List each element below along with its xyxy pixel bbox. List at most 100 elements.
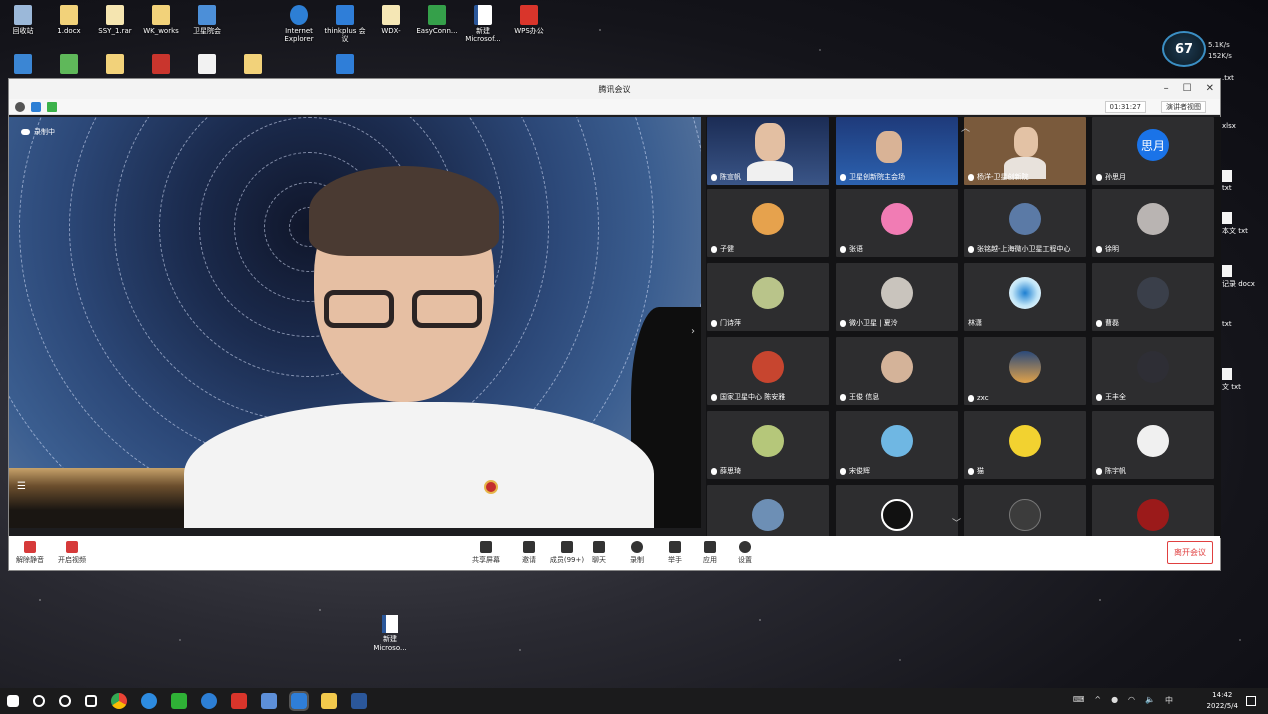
cortana-icon[interactable] [59,695,71,707]
side-file-6[interactable]: txt [1222,320,1232,328]
window-title: 腾讯会议 [598,84,631,94]
desktop-icon-row2-6[interactable] [230,54,276,76]
ie-icon[interactable] [201,693,217,709]
windows-start-icon[interactable] [7,695,19,707]
settings-button[interactable]: 设置 [728,541,762,565]
video-button[interactable]: 开启视频 [55,541,89,565]
side-file-2[interactable]: xlsx [1222,122,1236,130]
view-mode-button[interactable]: 演讲者视图 [1161,101,1206,113]
side-file-5[interactable]: 记录 docx [1222,265,1255,289]
participant-tile[interactable]: 子健 [707,189,829,257]
participant-tile[interactable]: 王丰全 [1092,337,1214,405]
invite-button[interactable]: 邀请 [512,541,546,565]
participant-tile[interactable]: 微小卫星 | 夏泠 [836,263,958,331]
desktop-icon-wdx[interactable]: WDX- [368,5,414,35]
participant-tile[interactable]: 陈宇帆 [1092,411,1214,479]
chevron-up-icon[interactable]: ︿ [961,121,970,134]
mute-button[interactable]: 解除静音 [13,541,47,565]
desktop-icon-recycle[interactable]: 回收站 [0,5,46,35]
close-icon[interactable]: ✕ [1206,83,1214,94]
participant-tile[interactable]: 猫 [964,411,1086,479]
desktop-icon-ssy[interactable]: SSY_1.rar [92,5,138,35]
leave-meeting-button[interactable]: 离开会议 [1167,541,1213,564]
meeting-window: 腾讯会议 – ☐ ✕ 01:31:27 演讲者视图 录制中 ☰ › 陈宣帆 卫星… [8,78,1221,571]
desktop-icon-office[interactable]: WPS办公 [506,5,552,35]
ime-indicator[interactable]: 中 [1165,695,1173,706]
notification-icon[interactable] [1246,696,1256,706]
record-button[interactable]: 录制 [620,541,654,565]
edge-icon[interactable] [141,693,157,709]
keyboard-icon[interactable]: ⌨ [1073,695,1085,706]
participant-tile[interactable]: 宋俊辉 [836,411,958,479]
desktop-icon-ie[interactable]: Internet Explorer [276,5,322,43]
chevron-right-icon[interactable]: › [691,326,695,337]
side-file-4[interactable]: 本文 txt [1222,212,1248,236]
participant-tile[interactable]: 思月 孙思月 [1092,117,1214,185]
participant-tile[interactable]: 门诗萍 [707,263,829,331]
side-file-7[interactable]: 文 txt [1222,368,1241,392]
side-file-1[interactable]: .txt [1222,74,1234,82]
network-monitor-widget[interactable]: 67 [1162,31,1206,67]
participant-tile[interactable]: 林潇 [964,263,1086,331]
avatar [752,499,784,531]
participant-tile[interactable]: 张语 [836,189,958,257]
chat-button[interactable]: 聊天 [582,541,616,565]
members-button[interactable]: 成员(99+) [547,541,587,565]
minimize-icon[interactable]: – [1164,83,1169,94]
mic-icon [840,319,846,327]
apps-button[interactable]: 应用 [693,541,727,565]
desktop-icon-app[interactable]: 卫星院会 [184,5,230,35]
shield-icon[interactable] [31,101,41,112]
chrome-icon[interactable] [111,693,127,709]
system-clock[interactable]: 14:42 2022/5/4 [1207,690,1238,712]
wifi-icon[interactable]: ◠ [1128,695,1135,706]
participant-tile[interactable]: 杨洋-卫星创新院 [964,117,1086,185]
participant-tile[interactable]: 国家卫星中心 陈安雅 [707,337,829,405]
raise-hand-button[interactable]: 举手 [658,541,692,565]
maximize-icon[interactable]: ☐ [1183,83,1192,94]
list-icon[interactable]: ☰ [17,481,26,492]
participant-tile[interactable]: 徐明 [1092,189,1214,257]
desktop-icon-word[interactable]: 新建 Microsof... [460,5,506,43]
file-explorer-icon[interactable] [321,693,337,709]
desktop-icon-row2-5[interactable] [184,54,230,76]
desktop-icon-wk[interactable]: WK_works [138,5,184,35]
participant-tile[interactable]: 王俊 信息 [836,337,958,405]
task-view-icon[interactable] [85,695,97,707]
desktop-icon-row2-2[interactable] [46,54,92,76]
desktop-icon-thinkplus[interactable]: thinkplus 会议 [322,5,368,43]
wechat-icon[interactable] [171,693,187,709]
desktop-icon-row2-7[interactable] [322,54,368,76]
participant-tile[interactable] [1092,485,1214,538]
participant-tile[interactable]: 曹磊 [1092,263,1214,331]
desktop-icon-easyconn[interactable]: EasyConn... [414,5,460,35]
volume-icon[interactable]: 🔈 [1145,695,1155,706]
tencent-meeting-icon[interactable] [289,691,309,711]
participant-tile[interactable]: 薛思琦 [707,411,829,479]
participant-tile[interactable] [964,485,1086,538]
word-taskbar-icon[interactable] [351,693,367,709]
participant-tile[interactable]: 张铭越-上海微小卫星工程中心 [964,189,1086,257]
speaker-video[interactable]: 录制中 ☰ [9,117,701,528]
chevron-up-icon[interactable]: ^ [1094,695,1101,706]
participant-tile[interactable]: 陈宣帆 [707,117,829,185]
desktop-icon-file[interactable]: 1.docx [46,5,92,35]
mic-icon [840,467,846,475]
share-screen-button[interactable]: 共享屏幕 [469,541,503,565]
info-icon[interactable] [15,101,25,112]
side-file-3[interactable]: txt [1222,170,1232,192]
search-icon[interactable] [33,695,45,707]
signal-icon[interactable] [47,101,57,112]
desktop-icon-row2-4[interactable] [138,54,184,76]
participant-tile[interactable] [707,485,829,538]
desktop-icon-row2-3[interactable] [92,54,138,76]
desktop-icon-new-word-doc[interactable]: 新建 Microso... [369,615,411,653]
calculator-icon[interactable] [261,693,277,709]
participant-tile[interactable]: zxc [964,337,1086,405]
desktop-icon-row2-1[interactable] [0,54,46,76]
participant-tile[interactable] [836,485,958,538]
participant-tile[interactable]: 卫星创新院主会场 [836,117,958,185]
tray-app-icon[interactable]: ● [1111,695,1118,706]
chevron-down-icon[interactable]: ﹀ [952,516,961,529]
app-icon[interactable] [231,693,247,709]
